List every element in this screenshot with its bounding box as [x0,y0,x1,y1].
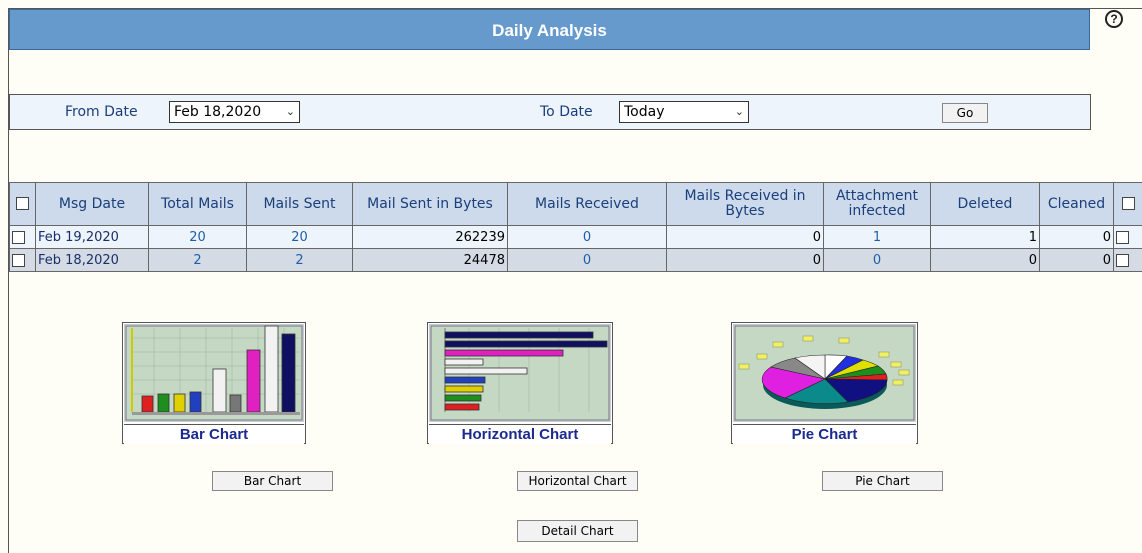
bar-chart-button[interactable]: Bar Chart [212,471,333,491]
go-button[interactable]: Go [942,103,988,123]
pie-chart-image [733,324,916,422]
table-row: Feb 18,2020 2 2 24478 0 0 0 0 0 [9,248,1142,272]
cleaned-cell: 0 [1039,225,1114,249]
bar-chart-illustration [125,325,303,421]
select-cell [1113,225,1142,249]
from-date-label: From Date [65,104,138,120]
row-checkbox[interactable] [12,230,25,244]
column-header[interactable]: Attachment infected [823,182,931,226]
select-all-cell [9,182,36,226]
pie-chart-thumbnail[interactable]: Pie Chart [731,322,918,444]
msg-date-cell: Feb 19,2020 [35,225,149,249]
select-all-checkbox[interactable] [16,197,29,210]
deleted-cell: 0 [930,248,1040,272]
mail-sent-bytes-cell: 24478 [352,248,508,272]
deleted-cell: 1 [930,225,1040,249]
horizontal-chart-illustration [430,325,610,421]
row-checkbox[interactable] [1116,253,1129,267]
chevron-down-icon: ⌄ [734,105,744,118]
column-header[interactable]: Mails Received in Bytes [666,182,824,226]
pie-chart-illustration [734,325,915,421]
table-row: Feb 19,2020 20 20 262239 0 0 1 1 0 [9,225,1142,249]
mail-sent-bytes-cell: 262239 [352,225,508,249]
column-header[interactable]: Msg Date [35,182,149,226]
horizontal-chart-caption[interactable]: Horizontal Chart [429,424,611,444]
mails-received-bytes-cell: 0 [666,248,824,272]
total-mails-link[interactable]: 20 [148,225,247,249]
from-date-select[interactable]: Feb 18,2020 ⌄ [169,101,300,123]
row-checkbox[interactable] [1121,197,1135,210]
row-checkbox[interactable] [1116,230,1129,244]
horizontal-chart-thumbnail[interactable]: Horizontal Chart [427,322,613,444]
mails-received-bytes-cell: 0 [666,225,824,249]
horizontal-chart-image [429,324,611,422]
mails-sent-link[interactable]: 2 [246,248,353,272]
attachment-infected-link[interactable]: 0 [823,248,931,272]
page-title: Daily Analysis [9,9,1090,50]
detail-chart-button[interactable]: Detail Chart [517,520,638,542]
select-cell [1113,182,1142,226]
date-filter-bar: From Date Feb 18,2020 ⌄ To Date Today ⌄ … [9,94,1091,130]
chevron-down-icon: ⌄ [285,105,295,118]
pie-chart-button[interactable]: Pie Chart [822,471,943,491]
column-header[interactable]: Mails Received [507,182,667,226]
horizontal-chart-button[interactable]: Horizontal Chart [517,471,638,491]
pie-chart-caption[interactable]: Pie Chart [733,424,916,444]
mails-received-link[interactable]: 0 [507,248,667,272]
mails-sent-link[interactable]: 20 [246,225,353,249]
column-header[interactable]: Mail Sent in Bytes [352,182,508,226]
attachment-infected-link[interactable]: 1 [823,225,931,249]
row-checkbox[interactable] [12,253,25,267]
to-date-select[interactable]: Today ⌄ [619,101,749,123]
select-cell [9,225,36,249]
to-date-label: To Date [540,104,593,120]
to-date-value: Today [624,104,665,120]
total-mails-link[interactable]: 2 [148,248,247,272]
bar-chart-image [124,324,304,422]
table-header-row: Msg Date Total Mails Mails Sent Mail Sen… [9,182,1142,226]
bar-chart-caption[interactable]: Bar Chart [124,424,304,444]
daily-analysis-table: Msg Date Total Mails Mails Sent Mail Sen… [9,182,1142,272]
select-cell [9,248,36,272]
mails-received-link[interactable]: 0 [507,225,667,249]
msg-date-cell: Feb 18,2020 [35,248,149,272]
column-header[interactable]: Deleted [930,182,1040,226]
cleaned-cell: 0 [1039,248,1114,272]
column-header[interactable]: Mails Sent [246,182,353,226]
select-cell [1113,248,1142,272]
column-header[interactable]: Total Mails [148,182,247,226]
help-icon[interactable]: ? [1105,10,1123,28]
bar-chart-thumbnail[interactable]: Bar Chart [122,322,306,444]
column-header[interactable]: Cleaned [1039,182,1114,226]
from-date-value: Feb 18,2020 [174,104,262,120]
